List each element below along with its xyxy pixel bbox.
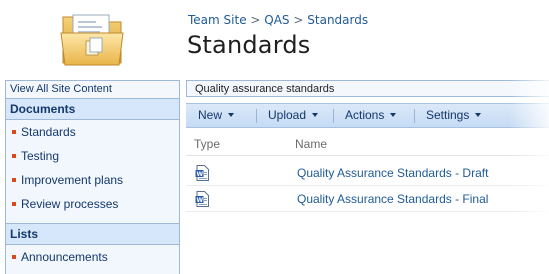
toolbar-divider: [333, 109, 334, 123]
breadcrumb-separator: >: [293, 13, 308, 27]
folder-logo-icon: [60, 14, 124, 66]
nav-item-improvement-plans[interactable]: Improvement plans: [6, 168, 179, 192]
nav-item-label: Announcements: [21, 250, 108, 264]
upload-menu-button[interactable]: Upload: [268, 104, 319, 127]
breadcrumb-separator: >: [250, 13, 265, 27]
dropdown-arrow-icon: [228, 112, 235, 117]
svg-text:W: W: [197, 197, 204, 204]
word-document-icon: W: [195, 165, 209, 181]
nav-item-announcements[interactable]: Announcements: [6, 245, 179, 269]
dropdown-arrow-icon: [390, 112, 397, 117]
document-link[interactable]: Quality Assurance Standards - Draft: [297, 160, 488, 186]
library-description: Quality assurance standards: [186, 80, 549, 97]
bullet-icon: [12, 201, 16, 206]
nav-header-documents[interactable]: Documents: [6, 99, 179, 120]
view-all-site-content-link[interactable]: View All Site Content: [6, 80, 179, 99]
settings-label: Settings: [426, 108, 470, 122]
word-document-icon: W: [195, 191, 209, 207]
page-header: Team Site > QAS > Standards Standards: [0, 0, 549, 76]
nav-item-label: Improvement plans: [21, 173, 124, 187]
quick-launch-nav: View All Site Content Documents Standard…: [5, 80, 180, 274]
breadcrumb-current: Standards: [307, 13, 369, 27]
bullet-icon: [12, 129, 16, 134]
dropdown-arrow-icon: [312, 112, 319, 117]
page-title: Standards: [187, 31, 311, 59]
nav-item-label: Review processes: [21, 197, 119, 211]
nav-item-review-processes[interactable]: Review processes: [6, 192, 179, 216]
new-label: New: [198, 108, 223, 122]
toolbar-divider: [256, 109, 257, 123]
nav-item-label: Testing: [21, 149, 60, 163]
table-row[interactable]: W Quality Assurance Standards - Draft: [186, 160, 549, 186]
breadcrumb: Team Site > QAS > Standards: [188, 13, 368, 27]
svg-text:W: W: [197, 171, 204, 178]
nav-item-standards[interactable]: Standards: [6, 120, 179, 144]
column-headers: Type Name: [186, 132, 549, 156]
document-link[interactable]: Quality Assurance Standards - Final: [297, 186, 488, 212]
settings-menu-button[interactable]: Settings: [426, 104, 482, 127]
bullet-icon: [12, 177, 16, 182]
nav-item-label: Standards: [21, 125, 76, 139]
actions-menu-button[interactable]: Actions: [345, 104, 397, 127]
breadcrumb-link-team-site[interactable]: Team Site: [188, 13, 247, 27]
nav-item-testing[interactable]: Testing: [6, 144, 179, 168]
dropdown-arrow-icon: [475, 112, 482, 117]
list-toolbar: New Upload Actions Settings: [186, 103, 549, 128]
toolbar-divider: [414, 109, 415, 123]
actions-label: Actions: [345, 108, 385, 122]
upload-label: Upload: [268, 108, 307, 122]
column-header-type[interactable]: Type: [194, 132, 220, 156]
table-row[interactable]: W Quality Assurance Standards - Final: [186, 186, 549, 212]
nav-header-lists[interactable]: Lists: [6, 223, 179, 245]
bullet-icon: [12, 153, 16, 158]
column-header-name[interactable]: Name: [295, 132, 327, 156]
bullet-icon: [12, 254, 16, 259]
breadcrumb-link-qas[interactable]: QAS: [264, 13, 289, 27]
new-menu-button[interactable]: New: [198, 104, 235, 127]
